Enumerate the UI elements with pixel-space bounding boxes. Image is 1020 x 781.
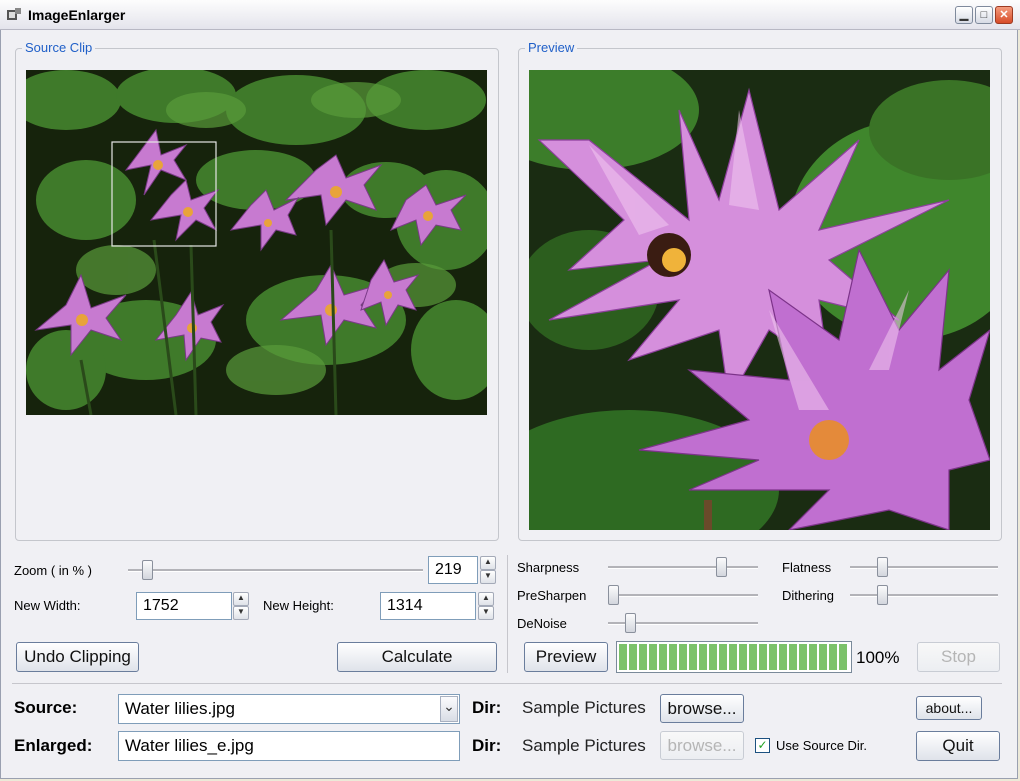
flatness-slider-thumb[interactable]	[877, 557, 889, 577]
progress-percent: 100%	[856, 648, 900, 667]
title-bar[interactable]: ImageEnlarger ▁ □ ✕	[0, 0, 1020, 30]
quit-button[interactable]: Quit	[916, 731, 1000, 761]
spin-down-icon[interactable]: ▼	[480, 570, 496, 584]
spin-down-icon[interactable]: ▼	[233, 606, 249, 620]
enlarged-file-input[interactable]: Water lilies_e.jpg	[118, 731, 460, 761]
zoom-label: Zoom ( in % )	[14, 563, 93, 578]
new-height-input[interactable]: 1314	[380, 592, 476, 620]
progress-bar	[616, 641, 852, 673]
new-height-spinner[interactable]: ▲ ▼	[478, 592, 494, 620]
chevron-down-icon[interactable]: ⌄	[440, 696, 458, 722]
checkmark-icon: ✓	[757, 738, 768, 752]
preview-image	[529, 70, 990, 530]
browse-source-button[interactable]: browse...	[660, 694, 744, 723]
preview-legend: Preview	[525, 40, 578, 55]
calculate-button[interactable]: Calculate	[337, 642, 497, 672]
app-icon	[6, 7, 22, 23]
dithering-slider-track[interactable]	[850, 594, 998, 597]
source-dir-value: Sample Pictures	[522, 698, 646, 717]
dithering-label: Dithering	[782, 588, 835, 603]
progress-fill	[619, 644, 849, 670]
window-title: ImageEnlarger	[28, 7, 126, 23]
zoom-input[interactable]: 219	[428, 556, 478, 584]
close-icon: ✕	[999, 9, 1009, 21]
sharpness-slider-track[interactable]	[608, 566, 758, 569]
new-width-input[interactable]: 1752	[136, 592, 232, 620]
use-source-dir-label: Use Source Dir.	[776, 738, 868, 753]
source-file-value: Water lilies.jpg	[125, 699, 235, 718]
stop-button[interactable]: Stop	[917, 642, 1000, 672]
source-file-select[interactable]: Water lilies.jpg ⌄	[118, 694, 460, 724]
spin-up-icon[interactable]: ▲	[478, 592, 494, 606]
spin-up-icon[interactable]: ▲	[233, 592, 249, 606]
water-lily-preview-image	[529, 70, 990, 530]
zoom-slider-thumb[interactable]	[142, 560, 154, 580]
vertical-divider	[507, 555, 508, 673]
flatness-slider-track[interactable]	[850, 566, 998, 569]
minimize-icon: ▁	[959, 9, 969, 21]
flatness-label: Flatness	[782, 560, 832, 575]
use-source-dir-checkbox[interactable]: ✓	[755, 738, 770, 753]
presharpen-slider-thumb[interactable]	[608, 585, 619, 605]
denoise-label: DeNoise	[517, 616, 567, 631]
about-button[interactable]: about...	[916, 696, 982, 720]
source-dir-label: Dir:	[472, 698, 502, 717]
minimize-button[interactable]: ▁	[955, 6, 973, 24]
enlarged-dir-value: Sample Pictures	[522, 736, 646, 755]
source-image[interactable]	[26, 70, 487, 415]
maximize-icon: □	[980, 9, 988, 21]
zoom-spinner[interactable]: ▲ ▼	[480, 556, 496, 584]
enlarged-label: Enlarged:	[14, 736, 93, 755]
new-width-spinner[interactable]: ▲ ▼	[233, 592, 249, 620]
new-width-label: New Width:	[14, 598, 81, 613]
undo-clipping-button[interactable]: Undo Clipping	[16, 642, 139, 672]
water-lilies-thumbnail	[26, 70, 487, 415]
horizontal-divider	[12, 683, 1002, 684]
sharpness-label: Sharpness	[517, 560, 580, 575]
enlarged-dir-label: Dir:	[472, 736, 502, 755]
presharpen-slider-track[interactable]	[608, 594, 758, 597]
zoom-slider-track[interactable]	[128, 569, 423, 572]
new-height-label: New Height:	[263, 598, 334, 613]
maximize-button[interactable]: □	[975, 6, 993, 24]
preview-button[interactable]: Preview	[524, 642, 608, 672]
spin-up-icon[interactable]: ▲	[480, 556, 496, 570]
browse-enlarged-button[interactable]: browse...	[660, 731, 744, 760]
presharpen-label: PreSharpen	[517, 588, 587, 603]
sharpness-slider-thumb[interactable]	[716, 557, 728, 577]
close-button[interactable]: ✕	[995, 6, 1013, 24]
spin-down-icon[interactable]: ▼	[478, 606, 494, 620]
dithering-slider-thumb[interactable]	[877, 585, 889, 605]
denoise-slider-thumb[interactable]	[624, 613, 636, 633]
source-clip-legend: Source Clip	[22, 40, 96, 55]
source-label: Source:	[14, 698, 78, 717]
